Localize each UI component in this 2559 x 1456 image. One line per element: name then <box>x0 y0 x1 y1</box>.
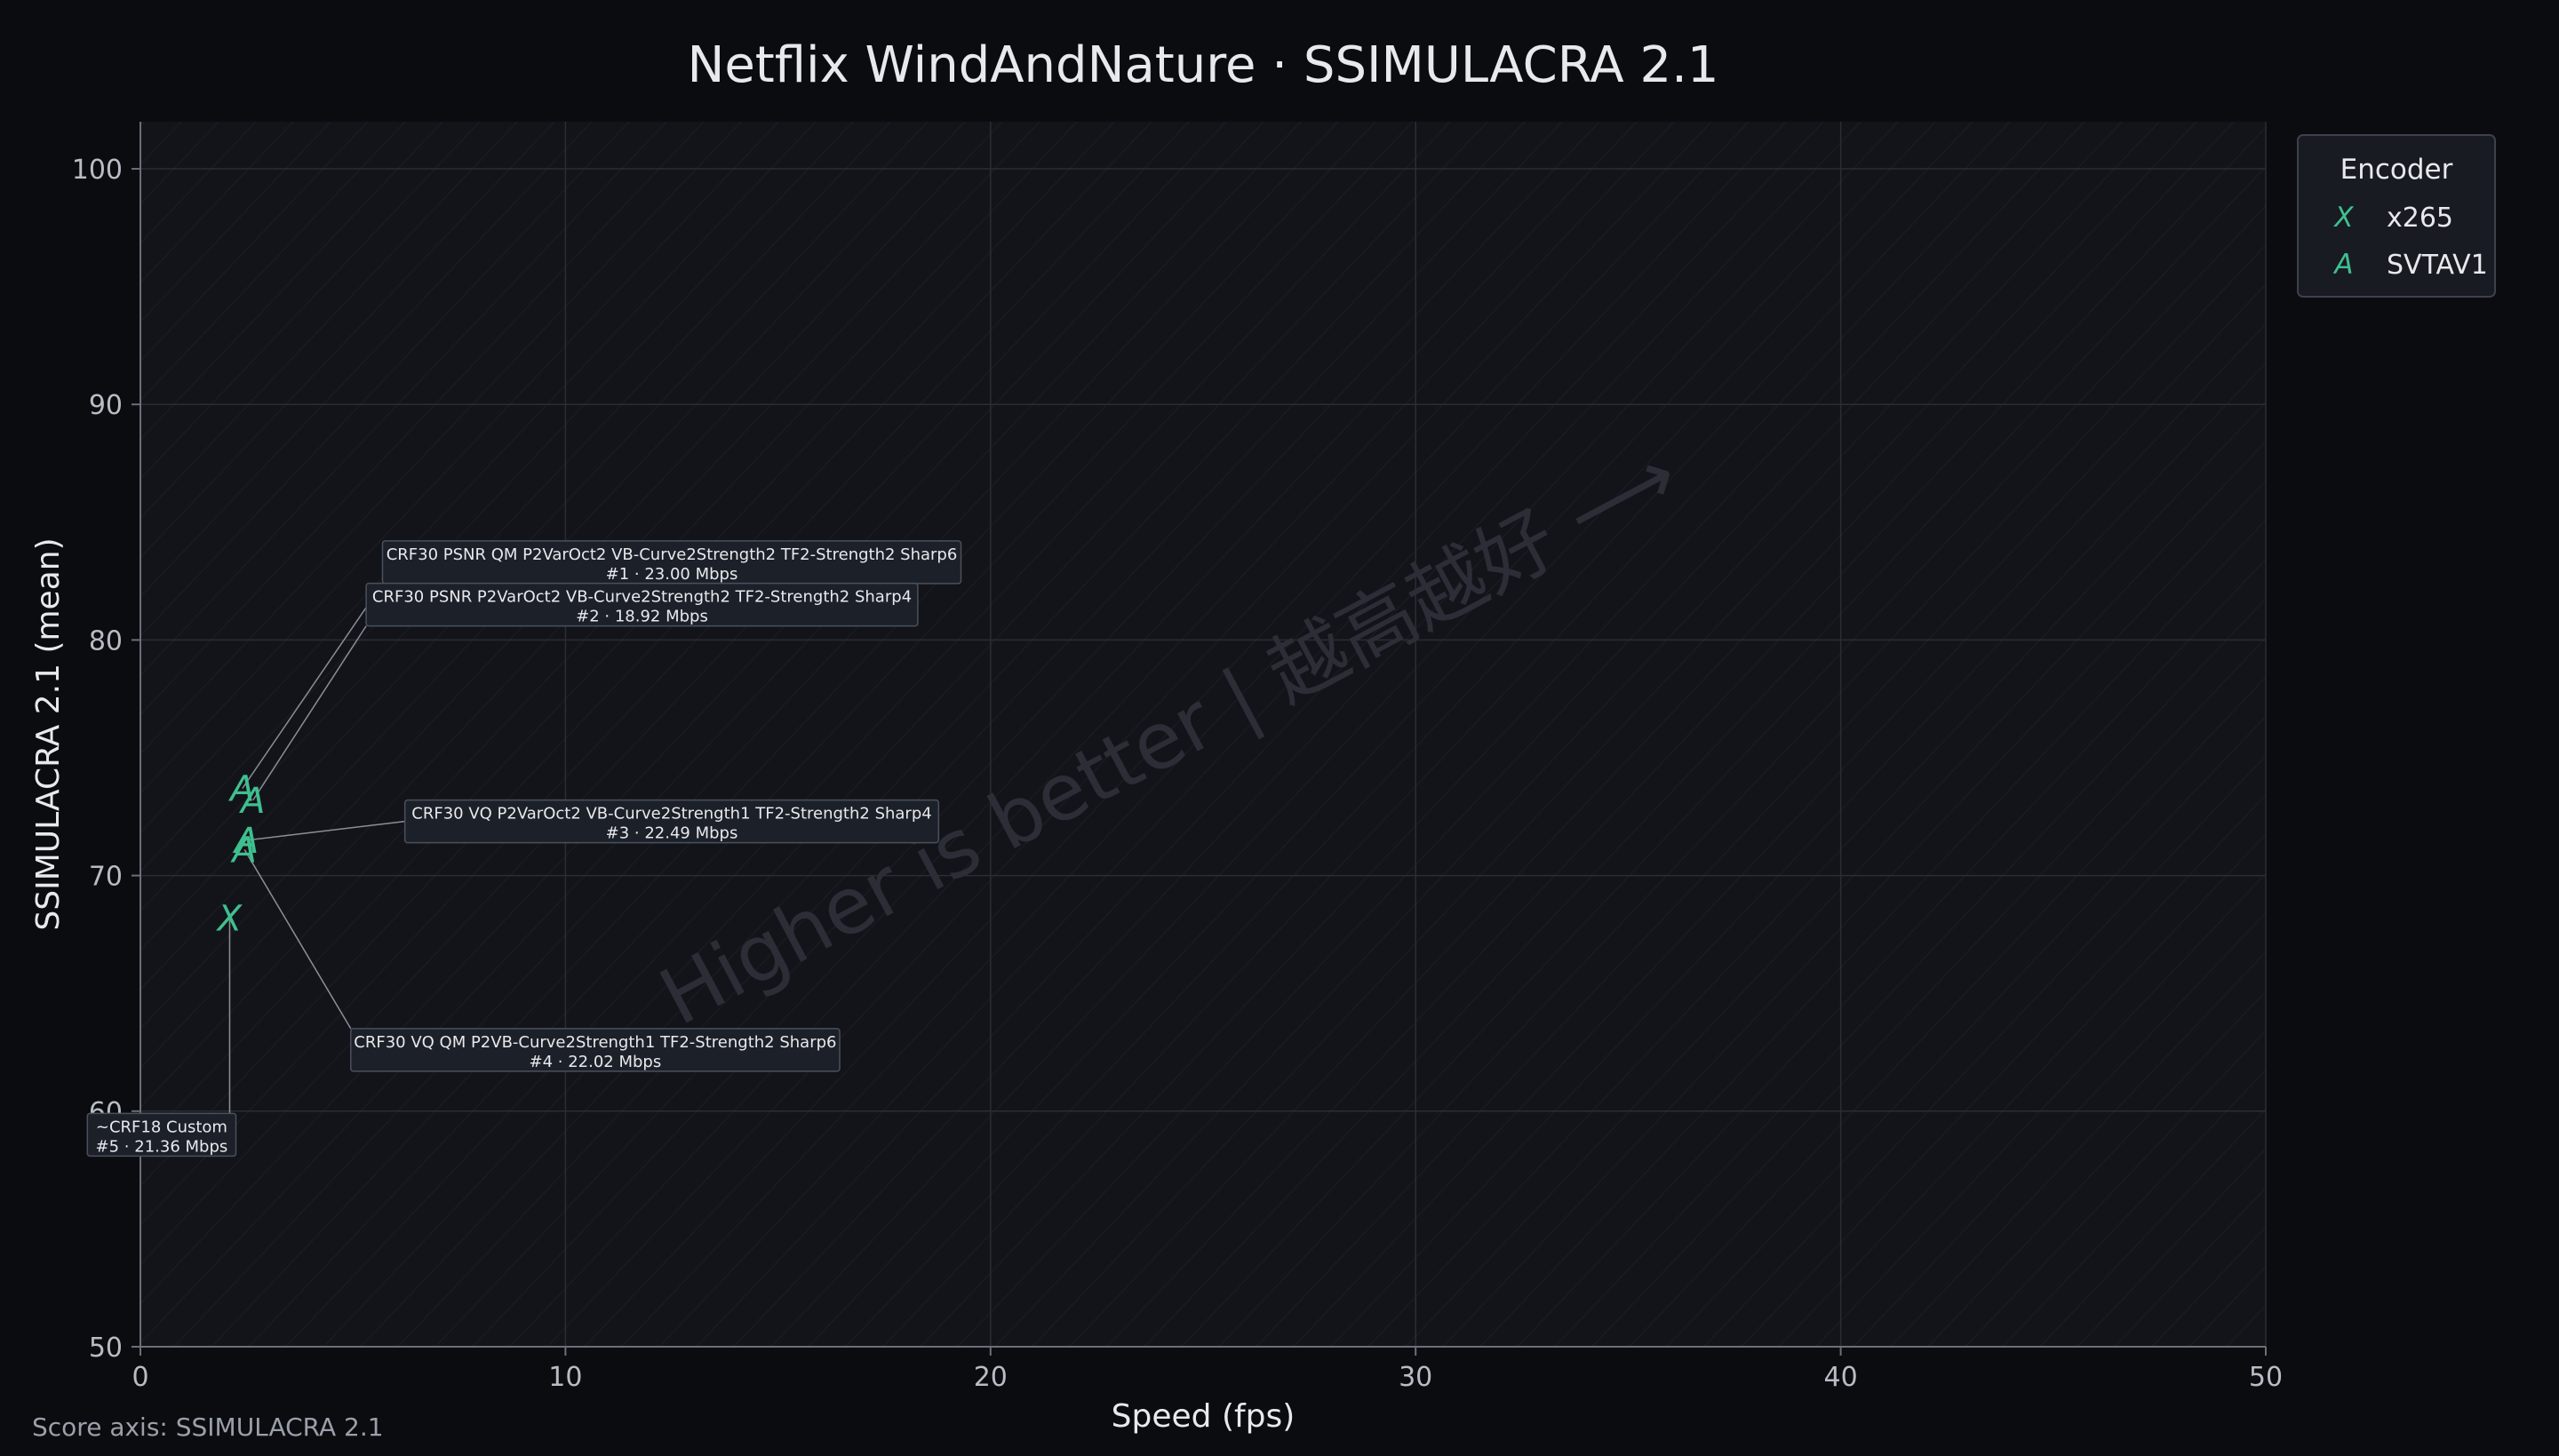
annotation-line1: CRF30 PSNR P2VarOct2 VB-Curve2Strength2 … <box>372 588 912 607</box>
y-tick-label: 80 <box>89 625 123 656</box>
y-axis-label: SSIMULACRA 2.1 (mean) <box>30 537 67 930</box>
chart-title: Netflix WindAndNature · SSIMULACRA 2.1 <box>687 36 1718 94</box>
x-tick-label: 30 <box>1399 1362 1432 1393</box>
x-tick-label: 40 <box>1824 1362 1858 1393</box>
annotation-line2: #4 · 22.02 Mbps <box>530 1053 662 1071</box>
legend-label: x265 <box>2387 203 2453 234</box>
x-tick-label: 50 <box>2249 1362 2283 1393</box>
annotation-line2: #3 · 22.49 Mbps <box>606 824 738 843</box>
annotation-line1: CRF30 VQ P2VarOct2 VB-Curve2Strength1 TF… <box>411 805 931 823</box>
annotation-line2: #1 · 23.00 Mbps <box>606 565 738 584</box>
annotation-line1: CRF30 VQ QM P2VB-Curve2Strength1 TF2-Str… <box>354 1033 836 1052</box>
x-tick-label: 10 <box>548 1362 582 1393</box>
annotation-line1: CRF30 PSNR QM P2VarOct2 VB-Curve2Strengt… <box>387 545 958 564</box>
annotation-line2: #2 · 18.92 Mbps <box>576 608 708 626</box>
chart: Higher is better | 越高越好 ⟶0 10 20 30 40 505060… <box>0 0 2559 1456</box>
y-tick-label: 90 <box>89 390 123 421</box>
data-point-x265: X <box>216 898 243 939</box>
y-tick-label: 50 <box>89 1333 123 1364</box>
x-axis-label: Speed (fps) <box>1112 1398 1295 1435</box>
legend-marker: X <box>2332 202 2354 234</box>
x-tick-label: 20 <box>974 1362 1008 1393</box>
annotation-line1: ~CRF18 Custom <box>96 1118 227 1136</box>
data-point-svtav1: A <box>238 781 265 822</box>
data-point-svtav1: A <box>230 830 257 871</box>
legend-label: SVTAV1 <box>2387 250 2488 281</box>
annotation-line2: #5 · 21.36 Mbps <box>96 1137 228 1156</box>
legend-marker: A <box>2332 249 2353 281</box>
y-tick-label: 100 <box>72 155 123 186</box>
footer-note: Score axis: SSIMULACRA 2.1 <box>32 1412 384 1442</box>
legend-title: Encoder <box>2340 154 2453 186</box>
x-tick-label: 0 <box>132 1362 148 1393</box>
y-tick-label: 70 <box>89 862 123 893</box>
